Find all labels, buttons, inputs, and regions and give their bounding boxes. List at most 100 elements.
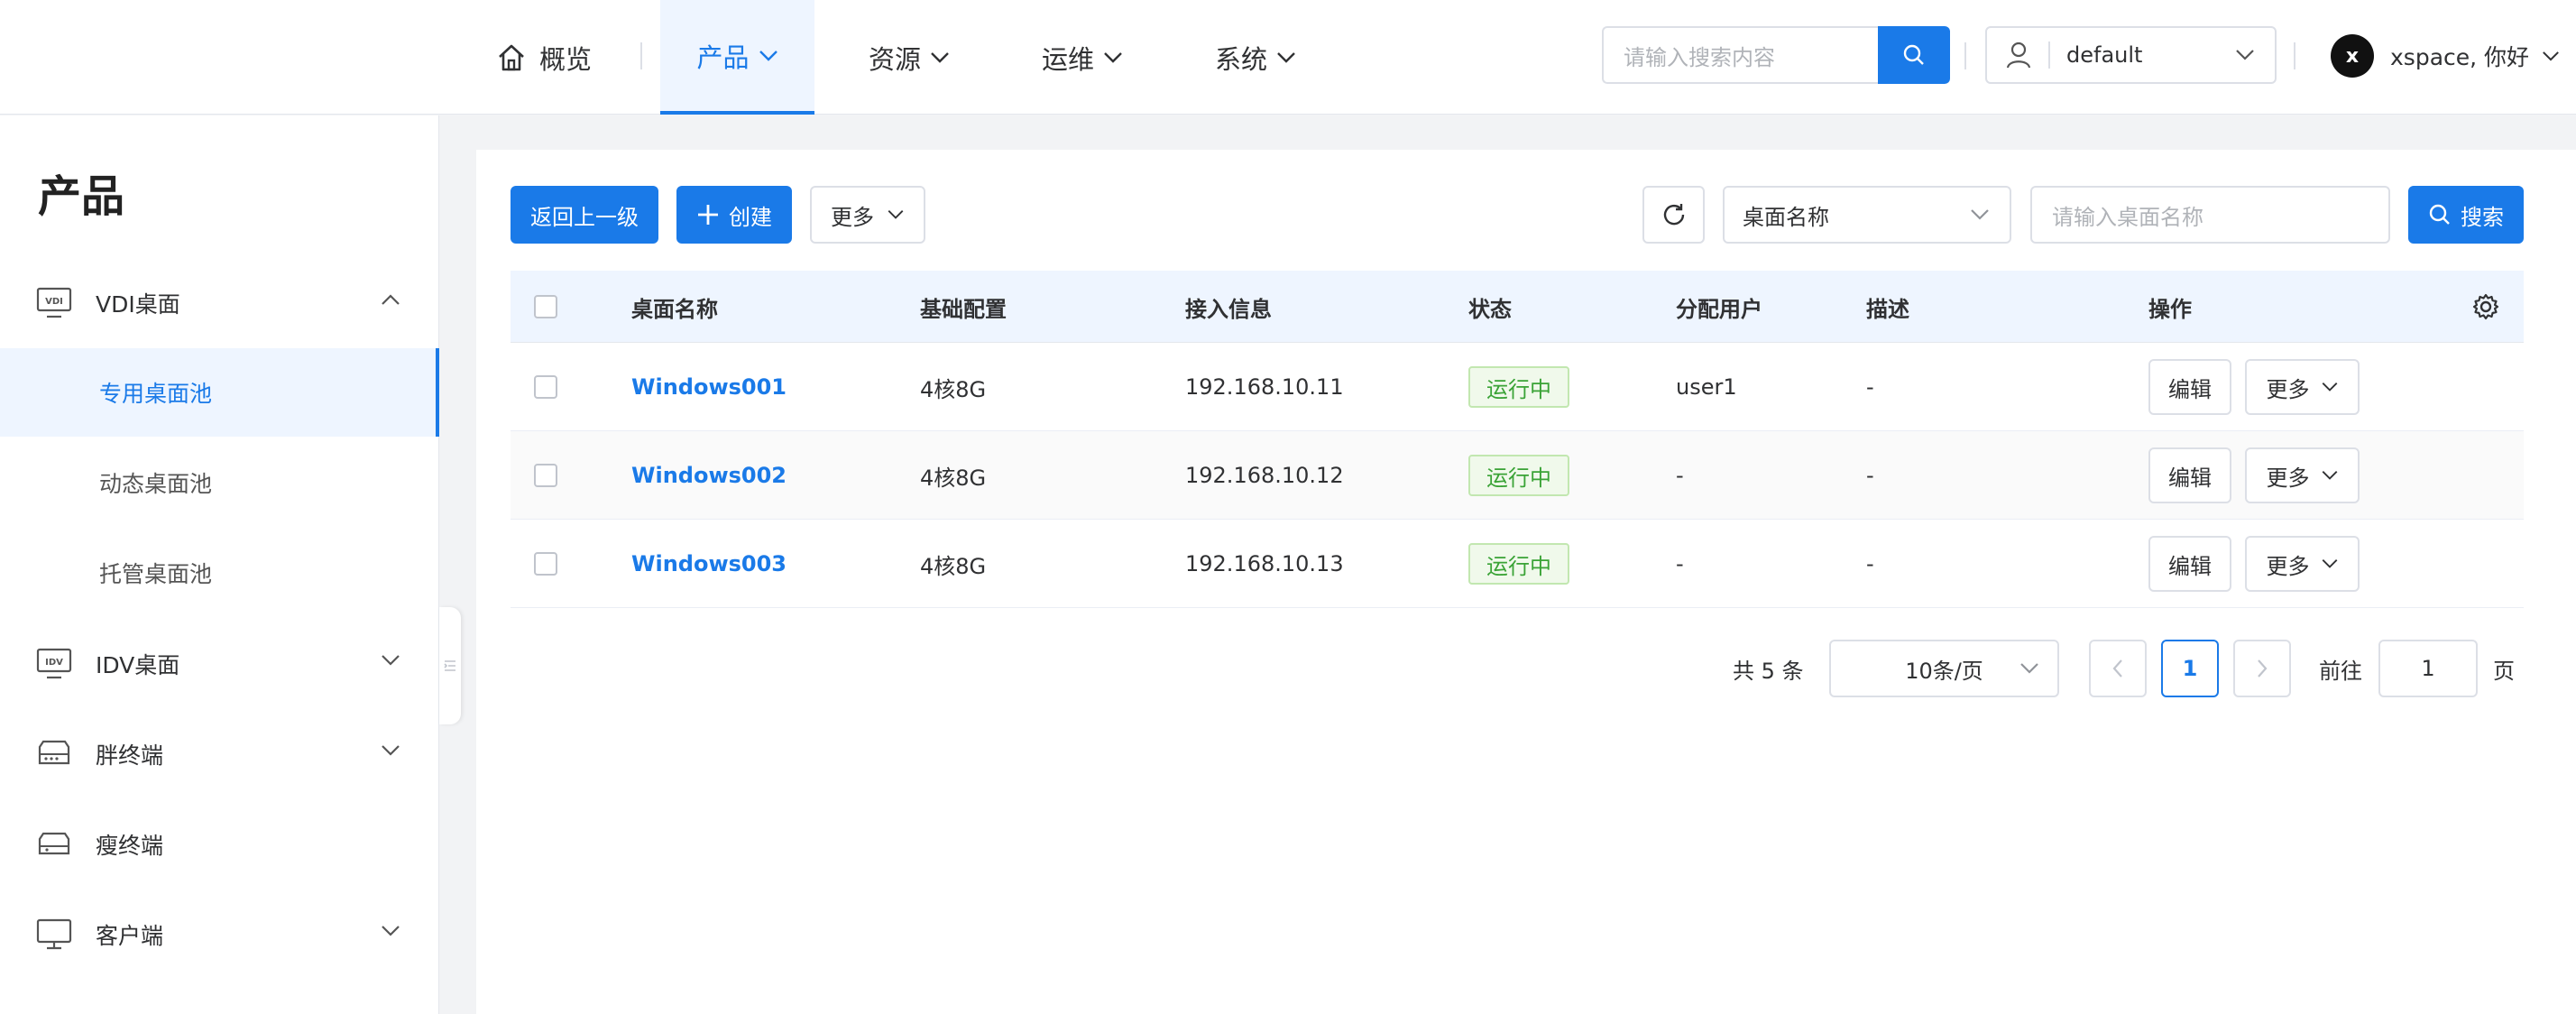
refresh-button[interactable] [1642, 186, 1705, 244]
nav-system[interactable]: 系统 [1215, 0, 1296, 115]
nav-divider [640, 42, 642, 69]
chevron-down-icon [1104, 51, 1122, 63]
next-page-button[interactable] [2233, 640, 2291, 697]
chevron-down-icon [888, 210, 904, 219]
user-icon [2006, 41, 2031, 69]
row-more-button[interactable]: 更多 [2245, 536, 2360, 592]
sidebar-item-managed-pool[interactable]: 托管桌面池 [0, 529, 439, 617]
sidebar-item-dedicated-pool[interactable]: 专用桌面池 [0, 348, 439, 437]
search-button[interactable]: 搜索 [2408, 186, 2524, 244]
plus-icon [698, 205, 718, 225]
chevron-down-icon [2322, 471, 2337, 480]
config-cell: 4核8G [920, 465, 987, 491]
chevron-down-icon [2236, 50, 2254, 60]
desc-cell: - [1866, 463, 1874, 488]
more-actions-button[interactable]: 更多 [810, 186, 925, 244]
page-number-current[interactable]: 1 [2161, 640, 2219, 697]
status-badge: 运行中 [1468, 366, 1569, 408]
row-checkbox[interactable] [534, 552, 557, 576]
nav-divider [1964, 42, 1966, 69]
sidebar-item-idv[interactable]: IDV IDV桌面 [0, 620, 439, 708]
global-search-input[interactable]: 请输入搜索内容 [1602, 26, 1880, 84]
sidebar-item-vdi[interactable]: VDI VDI桌面 [0, 259, 439, 347]
column-header: 基础配置 [920, 296, 1007, 322]
nav-resource[interactable]: 资源 [869, 0, 950, 115]
status-cell: 运行中 [1468, 431, 1569, 520]
table-header: 桌面名称 基础配置 接入信息 状态 分配用户 描述 操作 [511, 271, 2524, 343]
chevron-up-icon [382, 294, 400, 305]
select-all-checkbox[interactable] [534, 295, 557, 318]
row-checkbox[interactable] [534, 375, 557, 399]
monitor-icon [36, 918, 72, 956]
nav-overview[interactable]: 概览 [487, 0, 592, 115]
home-icon [487, 42, 527, 73]
address-cell: 192.168.10.11 [1185, 374, 1344, 400]
column-header: 桌面名称 [631, 296, 718, 322]
pagination-total: 共 5 条 [1733, 658, 1804, 684]
chevron-down-icon [931, 51, 949, 63]
desktop-name-link[interactable]: Windows001 [631, 343, 787, 431]
top-navbar: 概览 产品 资源 运维 系统 请输入搜索内容 default x xspace,… [0, 0, 2576, 115]
svg-text:IDV: IDV [45, 658, 63, 668]
chevron-down-icon [2322, 383, 2337, 392]
table-row: Windows002 4核8G 192.168.10.12 运行中 - - 编辑… [511, 431, 2524, 520]
sidebar-item-client[interactable]: 客户端 [0, 890, 439, 979]
chevron-down-icon [2543, 51, 2559, 61]
chevron-right-icon [2258, 659, 2268, 678]
nav-product[interactable]: 产品 [660, 0, 814, 115]
table-row: Windows001 4核8G 192.168.10.11 运行中 user1 … [511, 343, 2524, 431]
select-divider [2048, 41, 2050, 69]
nav-divider [2294, 42, 2295, 69]
chevron-down-icon [382, 655, 400, 666]
page-size-select[interactable]: 10条/页 [1829, 640, 2059, 697]
avatar: x [2331, 34, 2374, 78]
desc-cell: - [1866, 374, 1874, 400]
global-search-button[interactable] [1878, 26, 1950, 84]
sidebar-item-thin-terminal[interactable]: 瘦终端 [0, 800, 439, 889]
vdi-icon: VDI [36, 287, 72, 325]
sidebar-item-fat-terminal[interactable]: 胖终端 [0, 710, 439, 798]
chevron-down-icon [1971, 209, 1989, 220]
config-cell: 4核8G [920, 553, 987, 579]
desktop-name-input[interactable]: 请输入桌面名称 [2030, 186, 2390, 244]
user-menu[interactable]: x xspace, 你好 [2331, 34, 2560, 78]
fat-terminal-icon [36, 738, 72, 776]
column-header: 状态 [1468, 296, 1512, 322]
thin-terminal-icon [36, 828, 72, 866]
row-more-button[interactable]: 更多 [2245, 447, 2360, 503]
workspace-select[interactable]: default [1985, 26, 2277, 84]
chevron-down-icon [382, 926, 400, 936]
column-header: 描述 [1866, 296, 1909, 322]
address-cell: 192.168.10.13 [1185, 551, 1344, 576]
goto-page-input[interactable]: 1 [2378, 640, 2478, 697]
column-header: 操作 [2148, 296, 2192, 322]
address-cell: 192.168.10.12 [1185, 463, 1344, 488]
collapse-icon [444, 660, 455, 671]
edit-button[interactable]: 编辑 [2148, 536, 2231, 592]
back-button[interactable]: 返回上一级 [511, 186, 658, 244]
row-more-button[interactable]: 更多 [2245, 359, 2360, 415]
desktop-name-link[interactable]: Windows002 [631, 431, 787, 520]
svg-text:VDI: VDI [45, 297, 63, 307]
desktop-name-link[interactable]: Windows003 [631, 520, 787, 608]
nav-ops[interactable]: 运维 [1042, 0, 1123, 115]
config-cell: 4核8G [920, 376, 987, 402]
settings-gear-icon[interactable] [2471, 292, 2500, 325]
status-badge: 运行中 [1468, 455, 1569, 496]
table-row: Windows003 4核8G 192.168.10.13 运行中 - - 编辑… [511, 520, 2524, 608]
create-button[interactable]: 创建 [676, 186, 792, 244]
chevron-down-icon [1277, 51, 1295, 63]
user-cell: - [1676, 463, 1684, 488]
user-cell: user1 [1676, 374, 1737, 400]
chevron-down-icon [759, 50, 777, 61]
status-badge: 运行中 [1468, 543, 1569, 585]
filter-field-select[interactable]: 桌面名称 [1723, 186, 2011, 244]
sidebar-item-dynamic-pool[interactable]: 动态桌面池 [0, 438, 439, 527]
chevron-down-icon [2020, 663, 2038, 674]
edit-button[interactable]: 编辑 [2148, 359, 2231, 415]
prev-page-button[interactable] [2089, 640, 2147, 697]
sidebar-collapse-handle[interactable] [439, 607, 461, 724]
row-checkbox[interactable] [534, 464, 557, 487]
column-header: 接入信息 [1185, 296, 1272, 322]
edit-button[interactable]: 编辑 [2148, 447, 2231, 503]
